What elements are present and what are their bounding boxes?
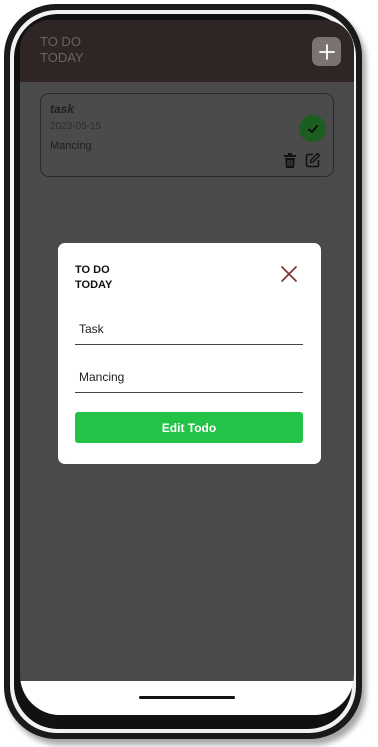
close-icon[interactable]	[280, 265, 298, 283]
home-indicator[interactable]	[139, 696, 235, 699]
description-input[interactable]	[75, 364, 307, 390]
task-input[interactable]	[75, 316, 307, 342]
edit-todo-button[interactable]: Edit Todo	[75, 412, 303, 443]
app-header: TO DO TODAY	[20, 20, 354, 82]
todo-description: Mancing	[50, 140, 92, 152]
todo-date: 2023-05-15	[50, 121, 102, 132]
edit-icon[interactable]	[305, 152, 321, 168]
edit-todo-dialog: TO DO TODAY Edit Todo	[58, 243, 321, 464]
check-icon	[307, 124, 318, 133]
trash-icon[interactable]	[283, 153, 297, 169]
add-todo-button[interactable]	[312, 37, 341, 66]
todo-title: task	[50, 102, 75, 116]
app-screen: TO DO TODAY task 2023-05-15 Mancing TO D…	[20, 20, 354, 715]
complete-button[interactable]	[299, 115, 326, 142]
app-title: TO DO TODAY	[40, 34, 84, 65]
dialog-title: TO DO TODAY	[75, 264, 113, 291]
system-nav-bar	[20, 681, 354, 715]
plus-icon	[318, 43, 335, 60]
task-field	[75, 316, 307, 345]
todo-card[interactable]: task 2023-05-15 Mancing	[40, 93, 334, 177]
description-field	[75, 364, 307, 393]
